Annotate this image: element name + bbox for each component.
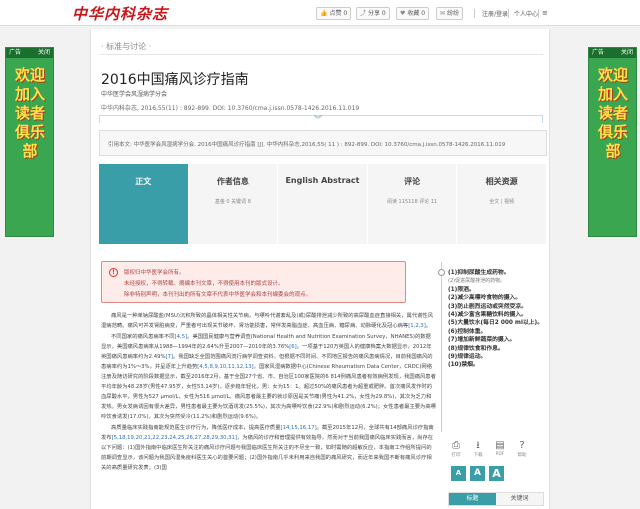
help-icon: ?	[519, 440, 525, 451]
toc-item[interactable]: (9)规律运动。	[448, 353, 548, 361]
copyright-notice: ! 版权归中华医学会所有。 未经授权，不得转载、摘编本刊文章，不得使用本刊的版式…	[101, 261, 406, 303]
toc-item[interactable]: (2)减少高嘌呤食物的摄入。	[448, 294, 548, 302]
share-button[interactable]: ⤴ 分享 0	[356, 7, 390, 20]
reference-link[interactable]: [4,5]	[175, 334, 188, 340]
breadcrumb[interactable]: · 标准与讨论 ·	[101, 41, 151, 52]
share-icon: ⤴	[360, 10, 367, 17]
download-button[interactable]: ⭳ 下载	[470, 439, 486, 458]
font-medium-button[interactable]: A	[470, 466, 485, 481]
reference-link[interactable]: [1,2,3]	[408, 323, 426, 329]
login-link[interactable]: 注册/登录	[482, 9, 508, 18]
favorite-icon: ♥	[400, 10, 406, 17]
ad-text: 欢迎加入读者俱乐部	[15, 66, 46, 160]
article-body: 痛风是一种单钠尿酸盐(MSU)沉积所致的晶体相关性关节病，与嘌呤代谢紊乱及(或)…	[101, 311, 436, 474]
toc-item[interactable]: (8)规律饮食和作息。	[448, 345, 548, 353]
citation-box: 引用本文: 中华医学会风湿病学分会. 2016中国痛风诊疗指南 [J]. 中华内…	[99, 130, 547, 156]
chevron-down-icon: ︾	[314, 115, 322, 124]
font-large-button[interactable]: A	[489, 466, 504, 481]
reference-link[interactable]: [5,18,19,20,21,22,23,24,25,26,27,28,29,3…	[112, 435, 237, 441]
divider	[99, 54, 543, 55]
tab-author-info[interactable]: 作者信息 基金 0 关键词 8	[188, 164, 279, 244]
ad-close-button[interactable]: 关闭	[621, 48, 633, 58]
tab-keywords[interactable]: 关键词	[496, 493, 543, 505]
thumbs-up-icon: 👍	[320, 10, 328, 17]
reference-link[interactable]: [6]	[289, 344, 297, 350]
toc-item[interactable]: (1)限酒。	[448, 286, 548, 294]
download-icon: ⭳	[476, 440, 480, 451]
menu-icon[interactable]: ≡	[542, 9, 548, 17]
help-button[interactable]: ? 帮助	[514, 439, 530, 458]
toc-item[interactable]: (1)抑制尿酸生成药物。	[448, 269, 548, 277]
toc-item[interactable]: (7)增加新鲜蔬菜的摄入。	[448, 336, 548, 344]
article-panel: · 标准与讨论 · 2016中国痛风诊疗指南 中华医学会风湿病学分会 中华内科杂…	[90, 29, 550, 509]
notice-line: 版权归中华医学会所有。	[124, 270, 185, 276]
notice-line: 除非特别声明，本刊刊出的所有文章不代表中华医学会和本刊编委会的观点。	[124, 292, 312, 298]
toc-item[interactable]: (6)控制体重。	[448, 328, 548, 336]
toc-item[interactable]: (4)减少富含果糖饮料的摄入。	[448, 311, 548, 319]
ad-header: 广告 关闭	[589, 48, 636, 58]
notice-line: 未经授权，不得转载、摘编本刊文章，不得使用本刊的版式设计。	[124, 281, 284, 287]
top-bar: 中华内科杂志 👍 点赞 0 ⤴ 分享 0 ♥ 收藏 0 ✉ 纷纷 注册/登录 个人中心 …	[0, 0, 640, 26]
comment-button[interactable]: ✉ 纷纷	[436, 7, 464, 20]
tab-resources[interactable]: 相关资源 全文 | 视频	[457, 164, 547, 244]
font-small-button[interactable]: A	[451, 466, 466, 481]
tab-headings[interactable]: 标题	[449, 493, 496, 505]
article-citation: 中华内科杂志, 2016,55(11) : 892-899. DOI: 10.3…	[101, 105, 360, 112]
comment-icon: ✉	[440, 10, 446, 17]
paragraph: 不同国家的痛风患病率不同[4,5]。美国国民健康与营养调查(National H…	[101, 334, 436, 420]
collapse-toggle[interactable]: ︾	[99, 115, 543, 124]
article-authors[interactable]: 中华医学会风湿病学分会	[101, 89, 167, 98]
toc-item[interactable]: (5)大量饮水(每日2 000 ml以上)。	[448, 319, 548, 327]
print-button[interactable]: ⎙ 打印	[448, 439, 464, 458]
user-center-link[interactable]: 个人中心	[514, 9, 538, 18]
print-icon: ⎙	[452, 440, 460, 451]
outline-tabs: 标题 关键词	[448, 492, 544, 506]
favorite-button[interactable]: ♥ 收藏 0	[396, 7, 430, 20]
like-button[interactable]: 👍 点赞 0	[316, 7, 352, 20]
toc-scroll-track[interactable]	[441, 262, 442, 432]
article-tools: ⎙ 打印 ⭳ 下载 ▤ PDF ? 帮助	[448, 439, 530, 458]
paragraph: 痛风是一种单钠尿酸盐(MSU)沉积所致的晶体相关性关节病，与嘌呤代谢紊乱及(或)…	[101, 313, 434, 329]
font-size-controls: A A A	[451, 466, 504, 481]
divider	[474, 9, 475, 18]
table-of-contents: (1)抑制尿酸生成药物。 (2)促进尿酸排泄的药物。 (1)限酒。 (2)减少高嘌呤食…	[448, 269, 548, 370]
journal-logo[interactable]: 中华内科杂志	[72, 3, 168, 24]
reference-link[interactable]: [14,15,16,17]	[281, 425, 317, 431]
reference-link[interactable]: [4,5,8,9,10,11,12,13]	[197, 364, 253, 370]
toc-item[interactable]: (2)促进尿酸排泄的药物。	[448, 277, 548, 285]
ad-text: 欢迎加入读者俱乐部	[598, 66, 629, 160]
divider	[508, 9, 509, 18]
divider	[538, 9, 539, 18]
left-ad-banner[interactable]: 广告 关闭 欢迎加入读者俱乐部	[5, 47, 54, 237]
ad-close-button[interactable]: 关闭	[38, 48, 50, 58]
page-title: 2016中国痛风诊疗指南	[101, 72, 249, 88]
right-ad-banner[interactable]: 广告 关闭 欢迎加入读者俱乐部	[588, 47, 637, 237]
reference-link[interactable]: [7]	[166, 354, 174, 360]
alert-icon: !	[109, 268, 118, 277]
toc-item[interactable]: (10)禁烟。	[448, 361, 548, 369]
paragraph: 高质量临床实践指南能规范医生诊疗行为，降低医疗成本，提高医疗质量[14,15,1…	[101, 425, 434, 471]
toc-item[interactable]: (3)防止剧烈运动或突然受凉。	[448, 303, 548, 311]
article-tabs: 正文 作者信息 基金 0 关键词 8 English Abstract 评论 阅读 …	[99, 164, 547, 244]
ad-header: 广告 关闭	[6, 48, 53, 58]
pdf-button[interactable]: ▤ PDF	[492, 439, 508, 458]
tab-comments[interactable]: 评论 阅读 115118 评论 11	[367, 164, 458, 244]
tab-english-abstract[interactable]: English Abstract	[278, 164, 368, 244]
pdf-icon: ▤	[495, 440, 505, 451]
toc-scroll-handle[interactable]	[438, 269, 445, 276]
tab-fulltext[interactable]: 正文	[99, 164, 189, 244]
